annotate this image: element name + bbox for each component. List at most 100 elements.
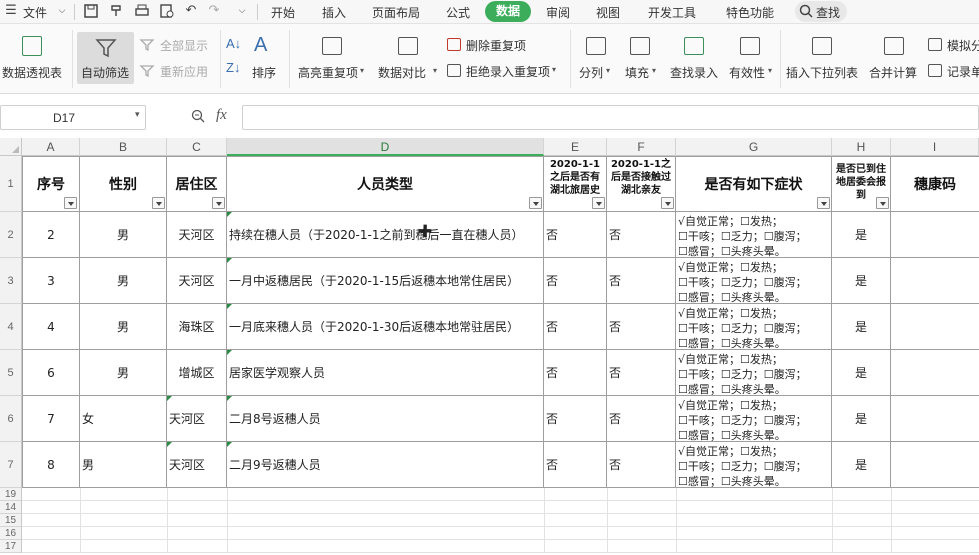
cell-type[interactable]: 一月底来穗人员（于2020-1-30后返穗本地常驻居民） bbox=[227, 304, 544, 350]
row-header[interactable]: 5 bbox=[0, 350, 22, 396]
cell-reported[interactable]: 是 bbox=[832, 350, 891, 396]
filter-dropdown-reported[interactable] bbox=[876, 197, 889, 209]
formula-input[interactable] bbox=[242, 105, 979, 130]
cell-gender[interactable]: 男 bbox=[80, 350, 167, 396]
filter-dropdown-seq[interactable] bbox=[64, 197, 77, 209]
sort-descending-button[interactable]: Z↓ bbox=[224, 60, 246, 82]
save-icon[interactable] bbox=[83, 3, 99, 19]
column-header-h[interactable]: H bbox=[832, 138, 891, 156]
row-header[interactable]: 2 bbox=[0, 212, 22, 258]
row-header[interactable]: 3 bbox=[0, 258, 22, 304]
cell-type[interactable]: 二月8号返穗人员 bbox=[227, 396, 544, 442]
cell-contact[interactable]: 否 bbox=[607, 304, 676, 350]
cell-code[interactable] bbox=[891, 212, 979, 258]
highlight-duplicates-button[interactable]: 高亮重复项 ▾ bbox=[296, 24, 370, 94]
cell-reported[interactable]: 是 bbox=[832, 258, 891, 304]
cell-type[interactable]: 一月中返穗居民（于2020-1-15后返穗本地常住居民） bbox=[227, 258, 544, 304]
cell-contact[interactable]: 否 bbox=[607, 350, 676, 396]
cell-code[interactable] bbox=[891, 304, 979, 350]
remove-duplicates-button[interactable]: 删除重复项 bbox=[445, 36, 565, 54]
row-header-1[interactable]: 1 bbox=[0, 156, 22, 212]
data-validation-button[interactable]: 有效性 ▾ bbox=[728, 24, 776, 94]
filter-dropdown-hubei-travel[interactable] bbox=[592, 197, 605, 209]
cell-contact[interactable]: 否 bbox=[607, 396, 676, 442]
select-all-corner[interactable] bbox=[0, 138, 22, 156]
cell-gender[interactable]: 女 bbox=[80, 396, 167, 442]
cell-type[interactable]: 持续在穗人员（于2020-1-1之前到穗后一直在穗人员） bbox=[227, 212, 544, 258]
format-painter-icon[interactable] bbox=[109, 3, 125, 19]
cell-reported[interactable]: 是 bbox=[832, 396, 891, 442]
cell-seq[interactable]: 2 bbox=[22, 212, 80, 258]
cell-district[interactable]: 海珠区 bbox=[167, 304, 227, 350]
column-header-e[interactable]: E bbox=[544, 138, 607, 156]
cell-code[interactable] bbox=[891, 442, 979, 488]
fx-icon[interactable]: fx bbox=[216, 107, 227, 124]
sort-button[interactable]: A 排序 bbox=[250, 24, 284, 94]
cell-sym[interactable]: √自觉正常；☐发热； ☐干咳；☐乏力；☐腹泻； ☐感冒；☐头疼头晕。 bbox=[676, 396, 832, 442]
filter-dropdown-person-type[interactable] bbox=[529, 197, 542, 209]
tab-insert[interactable]: 插入 bbox=[322, 4, 346, 21]
column-header-f[interactable]: F bbox=[607, 138, 676, 156]
row-header[interactable]: 6 bbox=[0, 396, 22, 442]
cell-hubei[interactable]: 否 bbox=[544, 442, 607, 488]
cell-contact[interactable]: 否 bbox=[607, 258, 676, 304]
column-header-i[interactable]: I bbox=[891, 138, 979, 156]
tab-special-features[interactable]: 特色功能 bbox=[726, 4, 774, 21]
fill-button[interactable]: 填充 ▾ bbox=[622, 24, 662, 94]
name-box[interactable]: D17 ▾ bbox=[0, 105, 146, 130]
cell-code[interactable] bbox=[891, 350, 979, 396]
header-cell-person-type[interactable]: 人员类型 bbox=[227, 156, 544, 212]
column-header-d[interactable]: D bbox=[227, 138, 544, 156]
cell-seq[interactable]: 8 bbox=[22, 442, 80, 488]
undo-icon[interactable]: ↶ bbox=[183, 3, 199, 19]
cell-reported[interactable]: 是 bbox=[832, 304, 891, 350]
cell-hubei[interactable]: 否 bbox=[544, 258, 607, 304]
autofilter-button[interactable]: 自动筛选 bbox=[77, 32, 134, 84]
file-menu[interactable]: 文件 bbox=[23, 4, 47, 21]
filter-dropdown-district[interactable] bbox=[212, 197, 225, 209]
tab-home[interactable]: 开始 bbox=[271, 4, 295, 21]
cell-gender[interactable]: 男 bbox=[80, 304, 167, 350]
cell-type[interactable]: 居家医学观察人员 bbox=[227, 350, 544, 396]
column-header-g[interactable]: G bbox=[676, 138, 832, 156]
filter-dropdown-symptoms[interactable] bbox=[817, 197, 830, 209]
cell-type[interactable]: 二月9号返穗人员 bbox=[227, 442, 544, 488]
chevron-down-icon[interactable]: ⌵ bbox=[54, 3, 70, 19]
cell-sym[interactable]: √自觉正常；☐发热； ☐干咳；☐乏力；☐腹泻； ☐感冒；☐头疼头晕。 bbox=[676, 304, 832, 350]
zoom-formula-icon[interactable] bbox=[190, 108, 206, 128]
empty-row[interactable] bbox=[22, 540, 979, 553]
cell-code[interactable] bbox=[891, 258, 979, 304]
cell-sym[interactable]: √自觉正常；☐发热； ☐干咳；☐乏力；☐腹泻； ☐感冒；☐头疼头晕。 bbox=[676, 350, 832, 396]
cell-hubei[interactable]: 否 bbox=[544, 304, 607, 350]
consolidate-button[interactable]: 合并计算 bbox=[866, 24, 922, 94]
cell-gender[interactable]: 男 bbox=[80, 258, 167, 304]
reject-duplicates-button[interactable]: 拒绝录入重复项 ▾ bbox=[445, 62, 565, 80]
empty-row[interactable] bbox=[22, 488, 979, 501]
filter-dropdown-gender[interactable] bbox=[152, 197, 165, 209]
cell-reported[interactable]: 是 bbox=[832, 212, 891, 258]
cell-district[interactable]: 增城区 bbox=[167, 350, 227, 396]
hamburger-menu-icon[interactable]: ☰ bbox=[3, 3, 19, 19]
empty-row[interactable] bbox=[22, 501, 979, 514]
reapply-button[interactable]: 重新应用 bbox=[139, 62, 219, 80]
row-header[interactable]: 19 bbox=[0, 488, 22, 501]
redo-icon[interactable]: ↷ bbox=[206, 3, 222, 19]
lookup-entry-button[interactable]: 查找录入 bbox=[668, 24, 722, 94]
cell-district[interactable]: 天河区 bbox=[167, 396, 227, 442]
cell-sym[interactable]: √自觉正常；☐发热； ☐干咳；☐乏力；☐腹泻； ☐感冒；☐头疼头晕。 bbox=[676, 212, 832, 258]
search-button[interactable]: 查找 bbox=[795, 1, 847, 22]
row-header[interactable]: 7 bbox=[0, 442, 22, 488]
header-cell-symptoms[interactable]: 是否有如下症状 bbox=[676, 156, 832, 212]
cell-seq[interactable]: 4 bbox=[22, 304, 80, 350]
tab-view[interactable]: 视图 bbox=[596, 4, 620, 21]
row-header[interactable]: 4 bbox=[0, 304, 22, 350]
cell-code[interactable] bbox=[891, 396, 979, 442]
column-header-a[interactable]: A bbox=[22, 138, 80, 156]
what-if-analysis-button[interactable]: 模拟分 bbox=[926, 36, 979, 54]
tab-data[interactable]: 数据 bbox=[485, 1, 531, 22]
cell-district[interactable]: 天河区 bbox=[167, 258, 227, 304]
cell-gender[interactable]: 男 bbox=[80, 212, 167, 258]
row-header[interactable]: 16 bbox=[0, 527, 22, 540]
cell-reported[interactable]: 是 bbox=[832, 442, 891, 488]
empty-row[interactable] bbox=[22, 514, 979, 527]
